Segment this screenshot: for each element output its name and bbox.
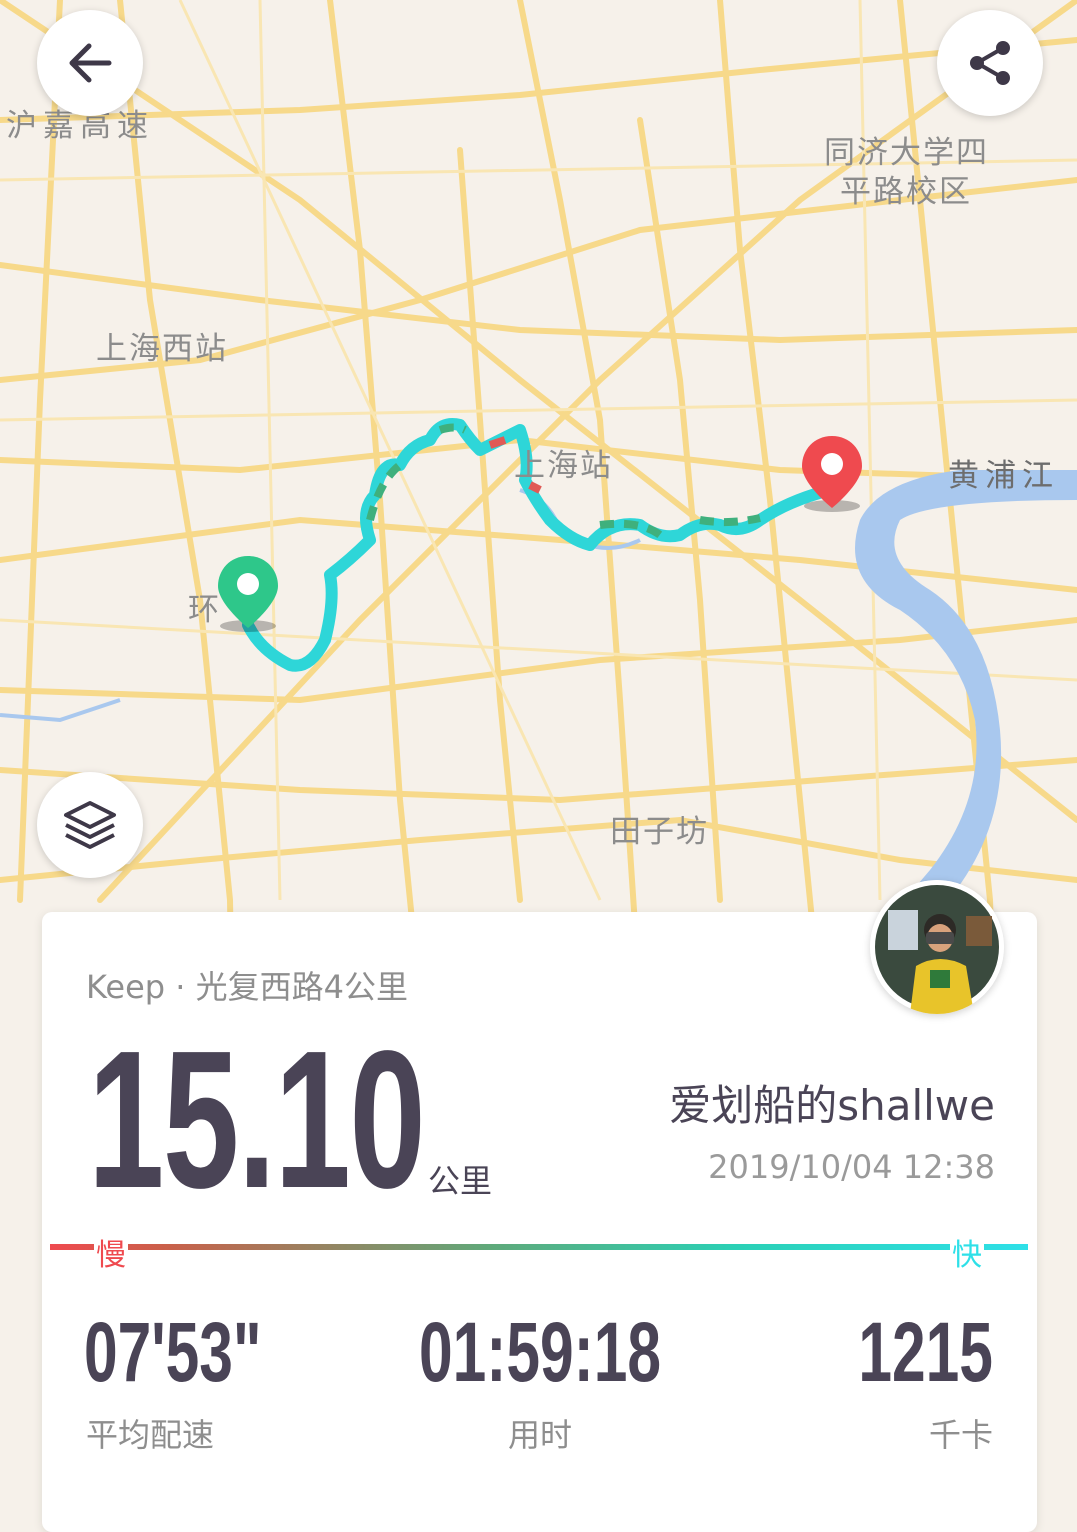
avg-pace-label: 平均配速 [86,1416,215,1454]
map-label-shanghai-station: 上海站 [514,448,613,484]
avatar[interactable] [870,880,1004,1014]
end-pin-icon[interactable] [796,432,868,514]
map-label-huangpu-river: 黄浦江 [948,458,1059,494]
pace-fast-label: 快 [950,1230,984,1274]
activity-datetime: 2019/10/04 12:38 [708,1148,995,1186]
back-button[interactable] [37,10,143,116]
username[interactable]: 爱划船的shallwe [669,1072,995,1133]
map-label-tongji-line2: 平路校区 [840,174,972,210]
calories-label: 千卡 [928,1416,993,1454]
pace-slow-label: 慢 [94,1230,128,1274]
distance-unit: 公里 [428,1162,493,1200]
pace-gradient-bar [50,1244,1028,1250]
activity-source: Keep · 光复西路4公里 [86,968,408,1006]
arrow-left-icon [69,43,112,83]
duration-value: 01:59:18 [418,1305,662,1399]
layers-icon [64,801,116,849]
distance-value: 15.10 [88,1010,426,1229]
start-pin-icon[interactable] [212,552,284,634]
map-layers-button[interactable] [37,772,143,878]
share-icon [970,41,1010,85]
duration-label: 用时 [507,1416,573,1454]
share-button[interactable] [937,10,1043,116]
calories-value: 1215 [858,1305,993,1399]
map-label-shanghai-west-station: 上海西站 [96,331,228,367]
avg-pace-value: 07'53" [84,1305,262,1399]
map-label-tianzifang: 田子坊 [610,814,709,850]
